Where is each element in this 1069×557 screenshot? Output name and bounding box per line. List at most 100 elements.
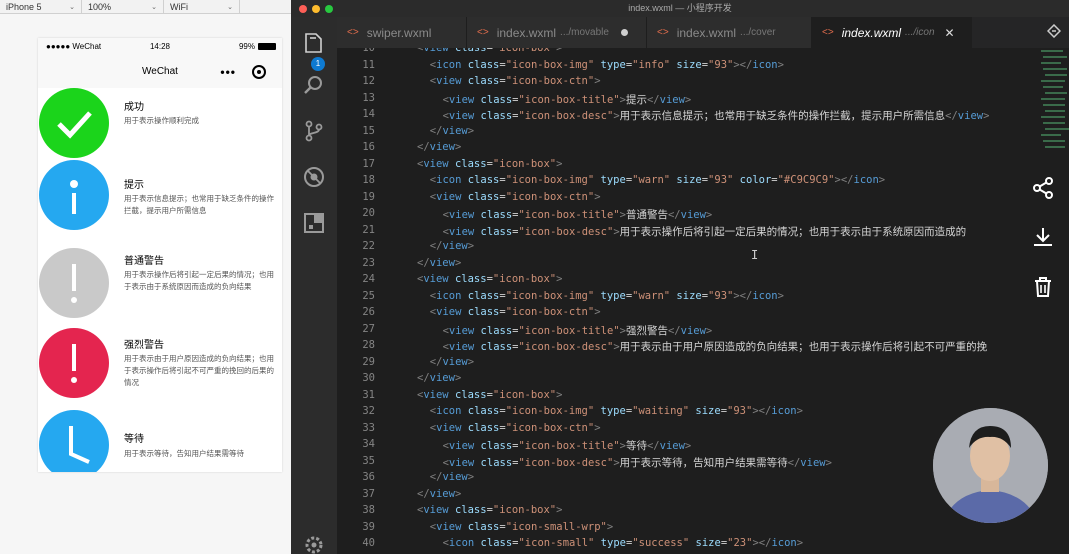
minimap[interactable] — [1039, 48, 1069, 188]
device-select-label: iPhone 5 — [6, 1, 42, 12]
item-desc: 用于表示由于用户原因造成的负向结果；也用于表示操作后将引起不可严重的挽回的后果的… — [124, 354, 274, 387]
line-number: 27 — [362, 322, 375, 335]
maximize-window-button[interactable] — [325, 5, 333, 13]
code-line: </view> — [429, 240, 475, 252]
code-line: </view> — [417, 487, 462, 500]
warn-icon — [39, 328, 109, 398]
split-editor-icon[interactable] — [1047, 24, 1061, 38]
code-line: <view class="icon-box-ctn"> — [429, 190, 601, 203]
waiting-icon — [39, 410, 109, 472]
download-icon[interactable] — [1031, 225, 1055, 249]
line-number: 18 — [362, 174, 375, 186]
code-line: </view> — [417, 141, 462, 153]
zoom-select[interactable]: 100% ⌄ — [82, 0, 164, 13]
list-item: 等待 用于表示等待，告知用户结果需等待 — [38, 410, 282, 472]
line-number: 30 — [362, 372, 375, 384]
tab-index-cover[interactable]: <> index.wxml .../cover — [647, 17, 812, 48]
gear-icon[interactable] — [302, 533, 326, 557]
code-line: </view> — [429, 124, 475, 137]
phone-screen: ●●●●● WeChat 14:28 99% WeChat ••• 成功 用于表… — [38, 38, 282, 472]
line-number: 23 — [362, 256, 375, 269]
trash-icon[interactable] — [1031, 275, 1055, 299]
code-line: <view class="icon-box"> — [417, 273, 563, 285]
network-select[interactable]: WiFi ⌄ — [164, 0, 240, 13]
changes-badge: 1 — [311, 57, 325, 71]
code-line: <icon class="icon-box-img" type="info" s… — [429, 58, 784, 71]
line-number: 29 — [362, 355, 375, 368]
extensions-icon[interactable] — [302, 211, 326, 235]
unsaved-dot-icon[interactable] — [620, 29, 628, 36]
battery-indicator: 99% — [239, 42, 276, 51]
item-desc: 用于表示操作顺利完成 — [124, 116, 199, 125]
code-line: <view class="icon-box-desc">用于表示等待，告知用户结… — [442, 456, 832, 469]
editor-tabs: <> swiper.wxml <> index.wxml .../movable… — [337, 17, 1069, 48]
success-icon — [39, 88, 109, 158]
chevron-down-icon: ⌄ — [151, 3, 157, 11]
line-number: 35 — [362, 454, 375, 467]
close-tab-icon[interactable]: ✕ — [945, 26, 955, 40]
line-number: 37 — [362, 487, 375, 500]
window-titlebar: index.wxml — 小程序开发 — [291, 0, 1069, 17]
info-icon — [39, 160, 109, 230]
code-line: </view> — [429, 471, 475, 483]
minimize-window-button[interactable] — [312, 5, 320, 13]
line-number: 15 — [362, 124, 375, 137]
code-line: <icon class="icon-small" type="success" … — [442, 537, 804, 549]
more-icon[interactable]: ••• — [220, 65, 236, 79]
share-icon[interactable] — [1031, 176, 1055, 200]
phone-status-bar: ●●●●● WeChat 14:28 99% — [38, 38, 282, 55]
window-controls — [299, 5, 333, 13]
source-control-icon[interactable] — [302, 119, 326, 143]
network-select-label: WiFi — [170, 1, 188, 12]
code-line: <view class="icon-box-title">强烈警告</view> — [442, 324, 713, 337]
line-number: 31 — [362, 388, 375, 401]
line-number: 40 — [362, 537, 375, 549]
list-item: 强烈警告 用于表示由于用户原因造成的负向结果；也用于表示操作后将引起不可严重的挽… — [38, 328, 282, 408]
line-number: 22 — [362, 240, 375, 252]
xml-file-icon: <> — [477, 27, 489, 38]
line-number: 19 — [362, 190, 375, 203]
xml-file-icon: <> — [347, 27, 359, 38]
line-number: 26 — [362, 306, 375, 318]
code-line: <view class="icon-box-ctn"> — [429, 75, 601, 87]
close-window-button[interactable] — [299, 5, 307, 13]
battery-percent: 99% — [238, 42, 255, 51]
code-line: <view class="icon-box-desc">用于表示由于用户原因造成… — [442, 341, 988, 353]
tab-index-icon[interactable]: <> index.wxml .../icon ✕ — [812, 17, 972, 48]
code-line: <view class="icon-box-ctn"> — [429, 421, 601, 434]
line-number: 11 — [362, 58, 375, 71]
nav-title: WeChat — [142, 66, 178, 77]
tab-path: .../cover — [740, 27, 776, 38]
list-item: 提示 用于表示信息提示；也常用于缺乏条件的操作拦截，提示用户所需信息 — [38, 160, 282, 240]
debug-icon[interactable] — [302, 165, 326, 189]
line-number: 14 — [362, 108, 375, 120]
close-capsule-icon[interactable] — [252, 64, 266, 79]
xml-file-icon: <> — [822, 27, 834, 38]
item-title: 成功 — [124, 102, 144, 113]
item-title: 等待 — [124, 434, 144, 445]
line-number: 34 — [362, 438, 375, 450]
tab-index-movable[interactable]: <> index.wxml .../movable — [467, 17, 647, 48]
list-item: 普通警告 用于表示操作后将引起一定后果的情况；也用于表示由于系统原因而造成的负向… — [38, 248, 282, 328]
code-line: <view class="icon-box-desc">用于表示信息提示；也常用… — [442, 110, 990, 122]
search-icon[interactable] — [302, 73, 326, 97]
chevron-down-icon: ⌄ — [227, 3, 233, 11]
tab-swiper-wxml[interactable]: <> swiper.wxml — [337, 17, 467, 48]
warn-icon — [39, 248, 109, 318]
tab-label: swiper.wxml — [366, 25, 432, 40]
line-number: 20 — [362, 207, 375, 219]
line-number: 12 — [362, 75, 375, 87]
device-select[interactable]: iPhone 5 ⌄ — [0, 0, 82, 13]
code-line: <view class="icon-box-title">提示</view> — [442, 93, 692, 106]
line-number: 10 — [362, 48, 375, 54]
item-desc: 用于表示信息提示；也常用于缺乏条件的操作拦截，提示用户所需信息 — [124, 194, 274, 215]
line-number: 28 — [362, 339, 375, 351]
xml-file-icon: <> — [657, 27, 669, 38]
code-line: <view class="icon-small-wrp"> — [429, 520, 614, 533]
line-number: 21 — [362, 223, 375, 236]
code-line: <icon class="icon-box-img" type="warn" s… — [429, 289, 784, 302]
code-line: <view class="icon-box-title">等待</view> — [442, 440, 692, 452]
code-line: </view> — [417, 256, 462, 269]
explorer-icon[interactable] — [302, 31, 326, 55]
code-line: <view class="icon-box-ctn"> — [429, 306, 601, 318]
